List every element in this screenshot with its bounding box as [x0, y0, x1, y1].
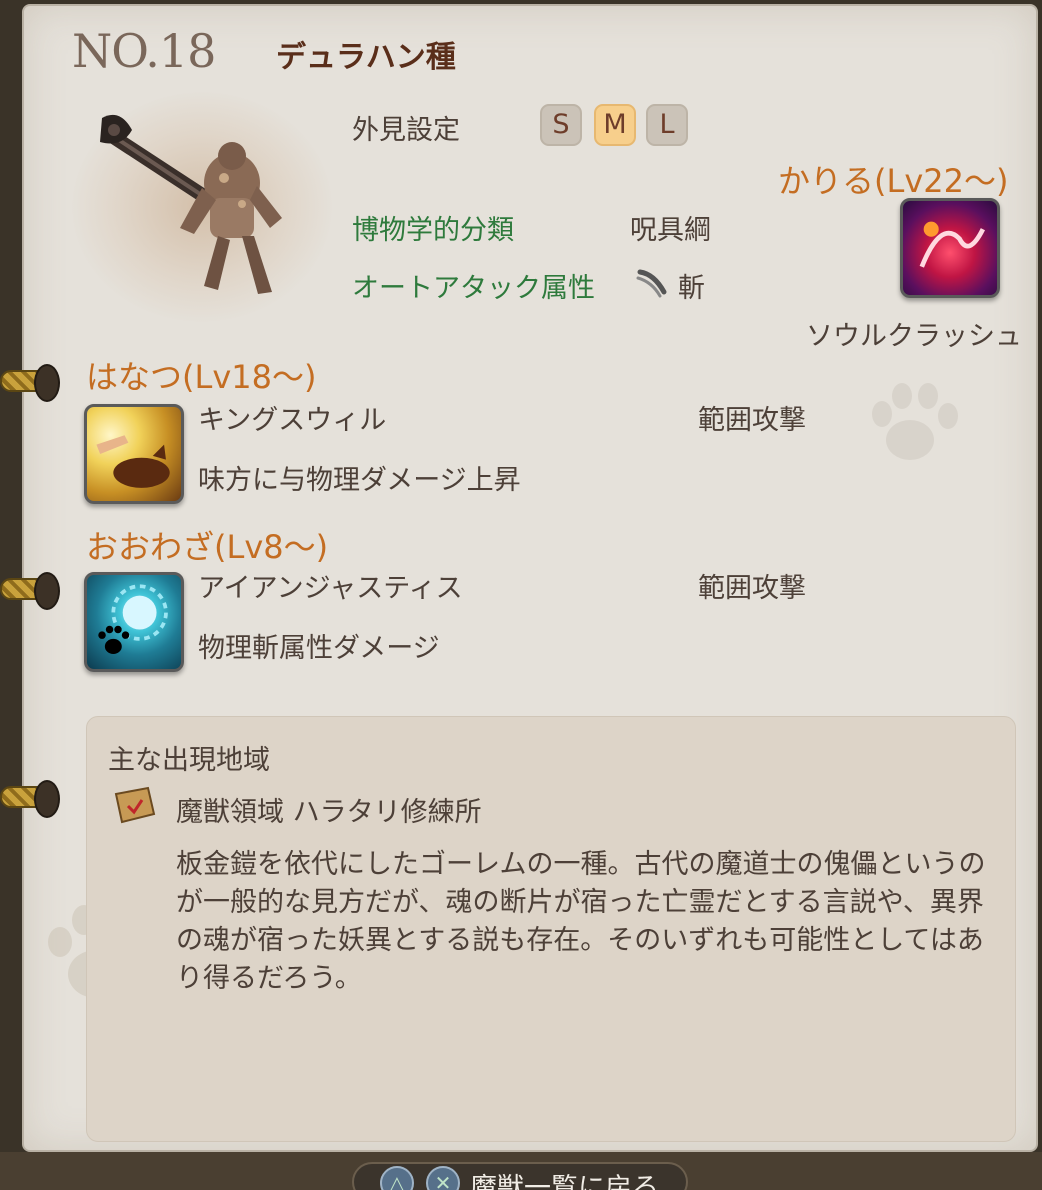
slash-icon: [636, 269, 667, 298]
auto-attack-value: 斬: [678, 273, 705, 304]
appearance-label: 外見設定: [352, 115, 460, 146]
soul-crush-icon[interactable]: [900, 198, 1000, 298]
hanatsu-skill-type: 範囲攻撃: [698, 405, 806, 436]
golem-armor: [180, 142, 282, 294]
paw-watermark-icon: [872, 383, 958, 460]
kings-will-icon[interactable]: [84, 404, 184, 504]
auto-attack-label: オートアタック属性: [352, 273, 595, 304]
classification-value: 呪具綱: [630, 215, 711, 246]
back-to-list-label: 魔獣一覧に戻る: [470, 1173, 659, 1190]
kariru-skill-name: ソウルクラッシュ: [806, 321, 1022, 352]
oowaza-skill-type: 範囲攻撃: [698, 573, 806, 604]
size-l-button[interactable]: L: [646, 104, 688, 146]
size-m-button[interactable]: M: [594, 104, 636, 146]
iron-justice-icon[interactable]: [84, 572, 184, 672]
binder-ring: [0, 572, 60, 610]
hanatsu-skill-description: 味方に与物理ダメージ上昇: [198, 465, 521, 496]
habitat-title: 主な出現地域: [108, 745, 270, 776]
binder-ring: [0, 780, 60, 818]
hanatsu-title: はなつ(Lv18～): [86, 358, 317, 396]
oowaza-skill-name: アイアンジャスティス: [198, 573, 463, 604]
monster-portrait: [100, 114, 282, 294]
habitat-description: 板金鎧を依代にしたゴーレムの一種。古代の魔道士の傀儡というのが一般的な見方だが、…: [176, 849, 986, 994]
classification-label: 博物学的分類: [352, 215, 514, 246]
map-scroll-icon: [114, 786, 156, 824]
oowaza-title: おおわざ(Lv8～): [86, 528, 329, 566]
oowaza-skill-description: 物理斬属性ダメージ: [198, 633, 440, 664]
kariru-title: かりる(Lv22～): [778, 162, 1009, 200]
entry-number: NO.18: [72, 24, 216, 78]
hanatsu-skill-name: キングスウィル: [198, 405, 387, 436]
size-s-button[interactable]: S: [540, 104, 582, 146]
habitat-area: 魔獣領域 ハラタリ修練所: [176, 797, 482, 828]
species-name: デュラハン種: [276, 40, 456, 75]
binder-ring: [0, 364, 60, 402]
